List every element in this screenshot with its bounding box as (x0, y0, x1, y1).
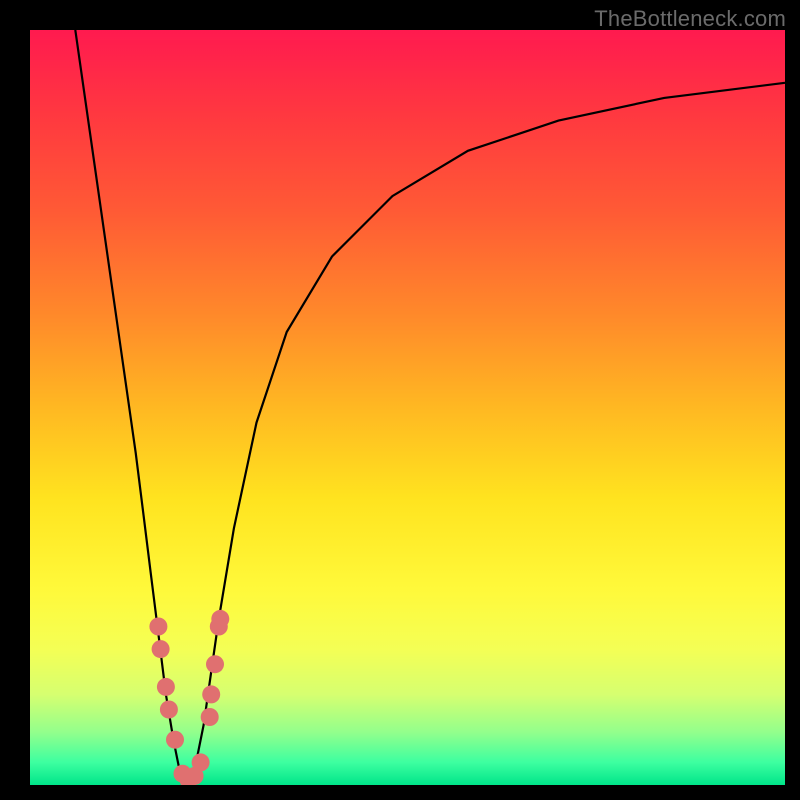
watermark-text: TheBottleneck.com (594, 6, 786, 32)
plot-area (30, 30, 785, 785)
data-marker (160, 701, 178, 719)
data-marker (211, 610, 229, 628)
data-marker (202, 685, 220, 703)
data-marker (157, 678, 175, 696)
data-marker (166, 731, 184, 749)
data-marker (201, 708, 219, 726)
curve-svg (30, 30, 785, 785)
data-marker (152, 640, 170, 658)
data-marker (206, 655, 224, 673)
data-marker (149, 618, 167, 636)
bottleneck-curve-path (75, 30, 785, 785)
data-marker (192, 753, 210, 771)
chart-frame: TheBottleneck.com (0, 0, 800, 800)
